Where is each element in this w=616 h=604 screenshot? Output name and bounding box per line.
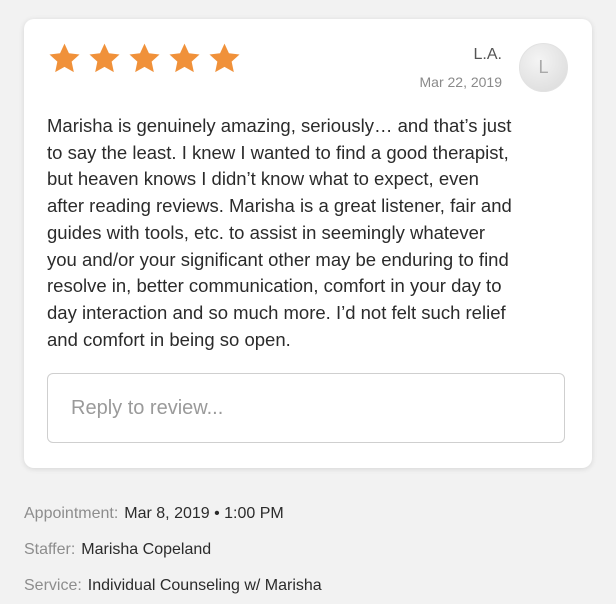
staffer-label: Staffer: [24,541,76,558]
service-label: Service: [24,577,82,594]
reviewer-info: L.A. Mar 22, 2019 [420,45,503,91]
appointment-row: Appointment: Mar 8, 2019 • 1:00 PM [24,496,322,532]
appointment-details: Appointment: Mar 8, 2019 • 1:00 PM Staffe… [24,496,322,604]
appointment-label: Appointment: [24,505,119,522]
review-text: Marisha is genuinely amazing, seriously…… [47,115,512,350]
service-value: Individual Counseling w/ Marisha [87,577,322,594]
reply-input[interactable] [47,373,565,443]
star-rating [47,41,242,76]
service-row: Service: Individual Counseling w/ Marisha [24,568,322,604]
star-icon [129,43,160,73]
review-card: L.A. Mar 22, 2019 L Marisha is genuinely… [24,19,592,468]
reviewer-name: L.A. [473,46,502,63]
star-icon [169,43,200,73]
avatar: L [519,43,568,92]
staffer-value: Marisha Copeland [81,541,212,558]
review-date: Mar 22, 2019 [419,74,503,90]
star-icon [89,43,120,73]
appointment-value: Mar 8, 2019 • 1:00 PM [124,505,284,522]
staffer-row: Staffer: Marisha Copeland [24,532,322,568]
star-icon [49,43,80,73]
star-icon [209,43,240,73]
